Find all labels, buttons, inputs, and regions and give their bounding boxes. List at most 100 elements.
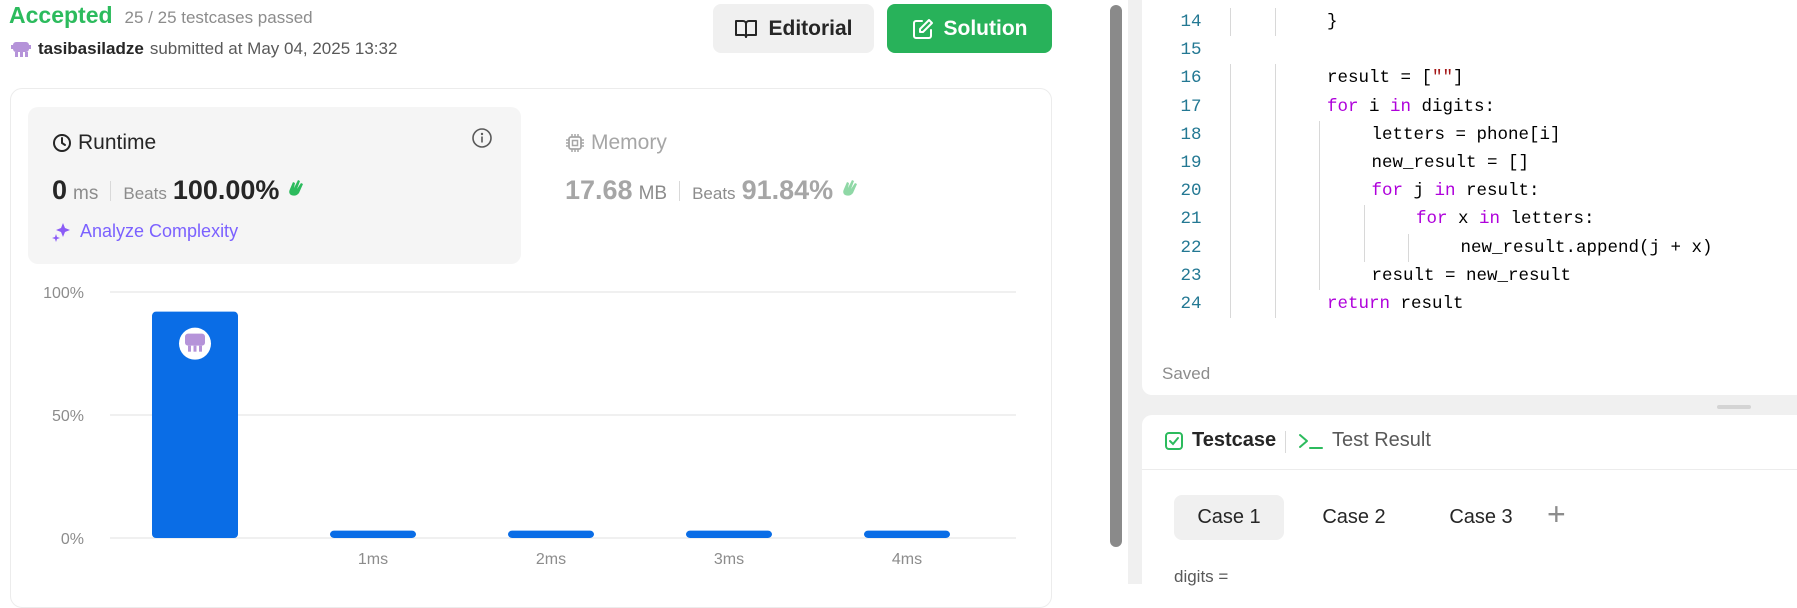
runtime-beats-value: 100.00%	[172, 175, 280, 205]
solution-button[interactable]: Solution	[887, 4, 1052, 53]
x-tick-label: 2ms	[536, 551, 566, 568]
code-text: result = [""]	[1327, 64, 1464, 92]
panel-splitter[interactable]	[1128, 0, 1142, 584]
avatar-icon[interactable]	[10, 38, 32, 60]
line-number: 15	[1180, 40, 1202, 61]
code-text: new_result.append(j + x)	[1461, 234, 1713, 262]
indent-guide	[1230, 120, 1231, 149]
indent-guide	[1274, 120, 1276, 149]
indent-guide	[1319, 205, 1320, 234]
editorial-label: Editorial	[768, 16, 853, 40]
testcase-tabs: Testcase Test Result	[1142, 415, 1797, 470]
add-case-button[interactable]: +	[1547, 496, 1566, 533]
sparkle-icon	[52, 222, 70, 242]
code-editor[interactable]: 14} 15 16 result = [""] 17 for i in digits: 18…	[1142, 0, 1797, 395]
tab-testcase-label: Testcase	[1192, 429, 1277, 451]
edit-icon	[912, 18, 933, 39]
submission-panel: Accepted 25 / 25 testcases passed tasiba…	[0, 0, 1120, 608]
indent-guide	[1274, 148, 1276, 178]
string-token: ""	[1432, 68, 1454, 89]
username[interactable]: tasibasiladze	[38, 39, 144, 59]
case-1-tab[interactable]: Case 1	[1174, 495, 1284, 540]
code-text: letters = phone[i]	[1372, 121, 1561, 149]
indent-guide	[1230, 205, 1231, 234]
code-text: new_result = []	[1372, 149, 1530, 177]
divider	[110, 180, 112, 201]
memory-beats-label: Beats	[692, 184, 736, 203]
code-token: ]	[1453, 68, 1464, 89]
line-number: 20	[1180, 181, 1202, 202]
indent-guide	[1230, 148, 1231, 178]
editorial-button[interactable]: Editorial	[713, 4, 874, 53]
chart-bar[interactable]	[864, 530, 950, 538]
keyword-token: for	[1327, 96, 1359, 117]
memory-title: Memory	[565, 131, 667, 155]
user-avatar-icon	[185, 333, 205, 352]
case-3-tab[interactable]: Case 3	[1426, 495, 1536, 540]
keyword-token: in	[1434, 181, 1456, 202]
code-token: }	[1327, 12, 1338, 32]
code-token: letters = phone[i]	[1371, 124, 1561, 145]
x-tick-label: 4ms	[892, 551, 922, 568]
editor-area: 14} 15 16 result = [""] 17 for i in digits: 18…	[1142, 0, 1797, 586]
panel-scrollbar[interactable]	[1110, 5, 1122, 547]
chart-bar[interactable]	[508, 530, 594, 538]
x-tick-label: 1ms	[358, 551, 388, 568]
indent-guide	[1274, 92, 1276, 121]
line-number: 18	[1180, 124, 1202, 145]
memory-panel[interactable]: Memory 17.68 MB Beats 91.84%	[565, 107, 985, 264]
indent-guide	[1319, 148, 1320, 178]
submission-status: Accepted 25 / 25 testcases passed	[9, 2, 313, 29]
runtime-value-row: 0 ms Beats 100.00%	[52, 175, 307, 206]
keyword-token: return	[1327, 293, 1391, 314]
submitted-time: submitted at May 04, 2025 13:32	[149, 39, 398, 58]
code-token: result	[1390, 293, 1464, 314]
runtime-label: Runtime	[78, 131, 157, 154]
clap-icon	[289, 180, 304, 196]
resize-handle[interactable]	[1717, 405, 1751, 409]
case-2-tab[interactable]: Case 2	[1299, 495, 1409, 540]
analyze-complexity-link[interactable]: Analyze Complexity	[52, 221, 238, 242]
runtime-distribution-chart[interactable]: 100% 50% 0% 1ms 2ms 3ms 4ms	[30, 276, 1030, 584]
book-icon	[735, 19, 758, 38]
line-number: 14	[1180, 12, 1202, 32]
indent-guide	[1230, 92, 1231, 121]
tab-testcase[interactable]: Testcase	[1164, 429, 1276, 452]
info-icon[interactable]	[471, 127, 493, 149]
indent-guide	[1319, 233, 1320, 262]
memory-value: 17.68	[565, 175, 633, 205]
code-token: j	[1403, 181, 1435, 202]
chart-bar[interactable]	[330, 530, 416, 538]
line-number: 19	[1180, 152, 1202, 173]
indent-guide	[1230, 289, 1231, 319]
tab-test-result[interactable]: Test Result	[1298, 429, 1431, 452]
clock-icon	[53, 134, 71, 152]
code-text: }	[1327, 8, 1338, 36]
y-tick-label: 100%	[43, 285, 84, 302]
indent-guide	[1274, 177, 1276, 206]
saved-status: Saved	[1162, 364, 1211, 383]
solution-label: Solution	[943, 16, 1028, 40]
chart-bar[interactable]	[686, 530, 772, 538]
keyword-token: in	[1390, 96, 1412, 117]
keyword-token: in	[1479, 209, 1501, 230]
indent-guide	[1274, 289, 1276, 319]
keyword-token: for	[1416, 209, 1448, 230]
memory-label: Memory	[591, 131, 667, 154]
line-number: 24	[1180, 293, 1202, 314]
code-text: return result	[1327, 290, 1464, 318]
indent-guide	[1274, 233, 1276, 262]
y-tick-label: 50%	[52, 408, 84, 425]
indent-guide	[1274, 8, 1276, 37]
code-token: i	[1358, 96, 1391, 117]
code-token: result:	[1455, 181, 1540, 202]
divider	[679, 180, 681, 201]
indent-guide	[1230, 64, 1231, 93]
code-token: result = new_result	[1371, 265, 1572, 286]
runtime-panel[interactable]: Runtime 0 ms Beats 100.00% Analyze Compl…	[28, 107, 521, 264]
status-accepted: Accepted	[9, 2, 113, 28]
code-token: new_result = []	[1371, 152, 1530, 173]
chip-icon	[566, 134, 584, 152]
line-number: 21	[1180, 209, 1202, 230]
y-tick-label: 0%	[61, 531, 84, 548]
